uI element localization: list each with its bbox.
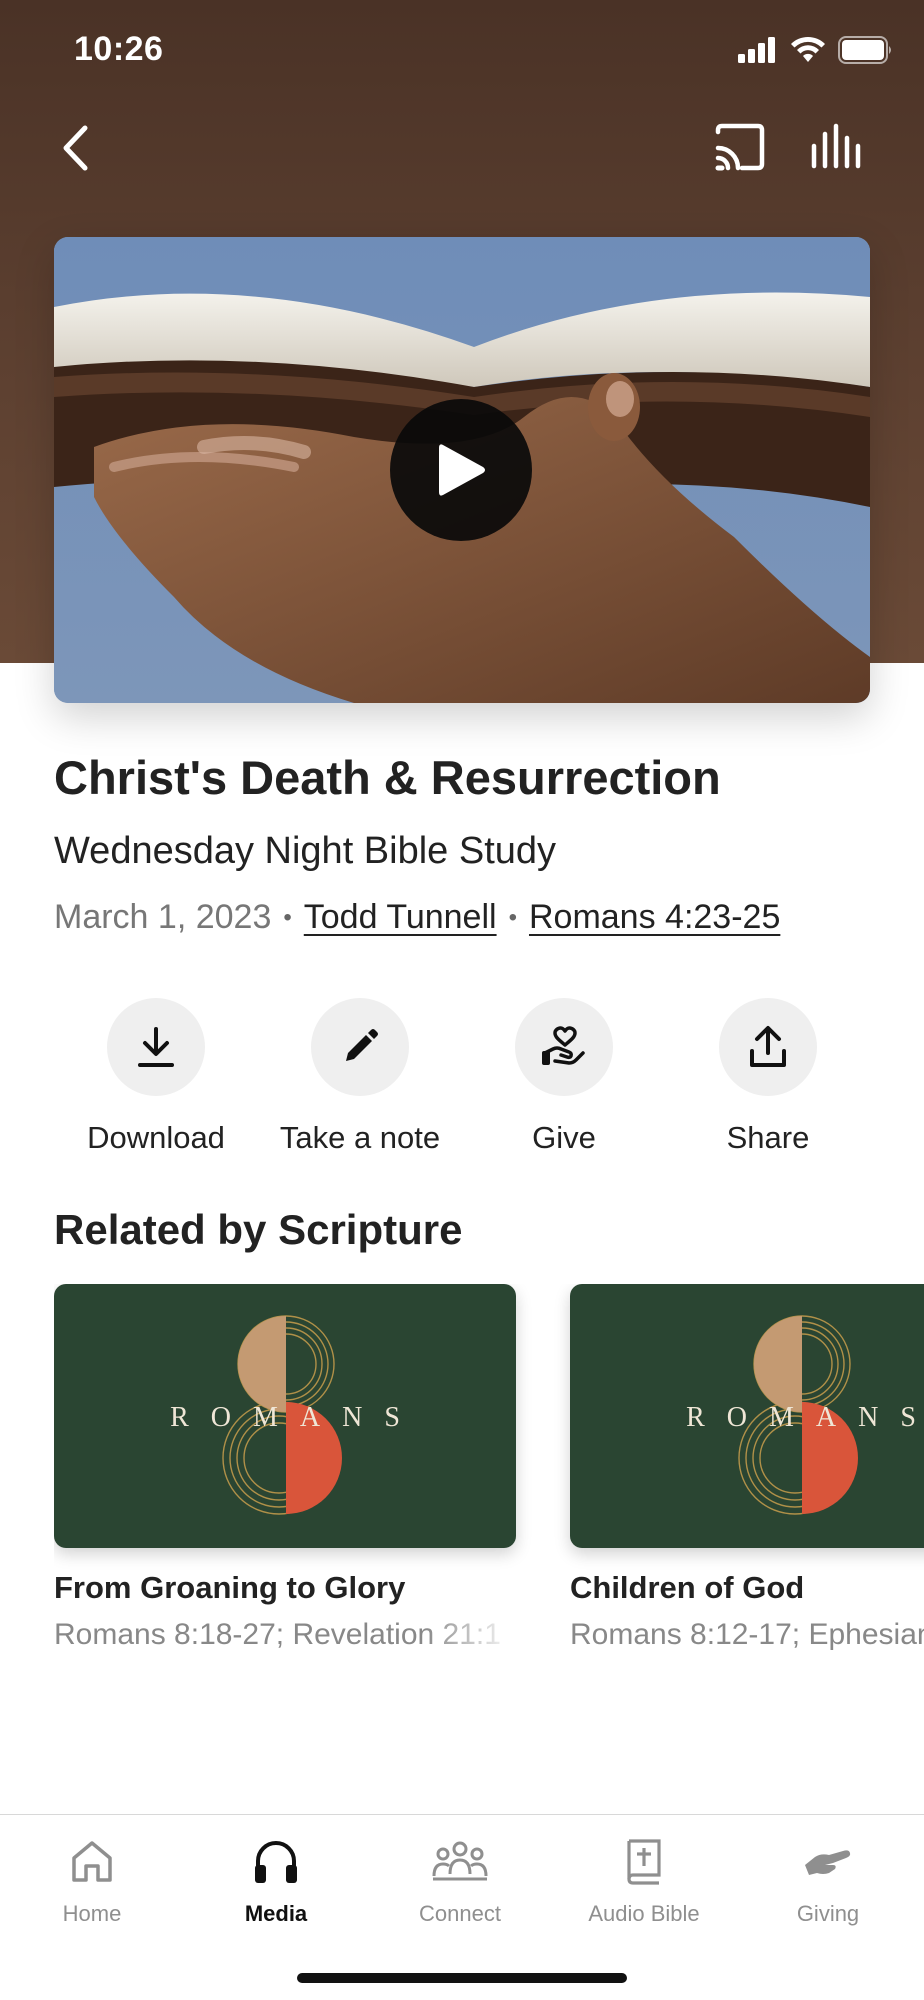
take-note-button[interactable]: Take a note bbox=[258, 998, 462, 1156]
give-label: Give bbox=[532, 1120, 596, 1155]
tab-giving-label: Giving bbox=[796, 1901, 860, 1926]
romans-thumb-text: ROMANS bbox=[170, 1402, 422, 1433]
tab-media[interactable]: Media bbox=[184, 1831, 368, 1927]
wifi-icon bbox=[790, 36, 826, 69]
tab-connect-label: Connect bbox=[419, 1901, 501, 1926]
give-circle[interactable] bbox=[515, 998, 613, 1096]
cast-button[interactable] bbox=[712, 120, 768, 176]
related-card-scripture: Romans 8:18-27; Revelation 21:1 bbox=[54, 1618, 501, 1651]
give-button[interactable]: Give bbox=[462, 998, 666, 1156]
separator-dot: • bbox=[283, 903, 292, 931]
status-icons bbox=[738, 36, 894, 69]
signal-icon bbox=[738, 37, 778, 68]
status-time: 10:26 bbox=[74, 30, 164, 68]
related-card[interactable]: ROMANS Children of God Romans 8:12-17; E… bbox=[570, 1284, 924, 1652]
related-section-title: Related by Scripture bbox=[54, 1206, 463, 1253]
take-note-label: Take a note bbox=[279, 1120, 441, 1155]
sermon-series[interactable]: Wednesday Night Bible Study bbox=[54, 830, 556, 873]
related-card[interactable]: ROMANS From Groaning to Glory Romans 8:1… bbox=[54, 1284, 516, 1652]
action-row: Download Take a note Give Share bbox=[54, 998, 870, 1168]
download-button[interactable]: Download bbox=[54, 998, 258, 1156]
separator-dot: • bbox=[508, 903, 517, 931]
sermon-title: Christ's Death & Resurrection bbox=[54, 751, 721, 804]
cast-icon bbox=[715, 123, 765, 171]
sermon-meta: March 1, 2023 • Todd Tunnell • Romans 4:… bbox=[54, 898, 780, 937]
audio-bars-icon bbox=[811, 123, 861, 169]
tab-media-label: Media bbox=[244, 1901, 308, 1926]
related-card-title: From Groaning to Glory bbox=[54, 1570, 406, 1605]
tab-audio-bible[interactable]: Audio Bible bbox=[552, 1831, 736, 1927]
tab-home[interactable]: Home bbox=[0, 1831, 184, 1927]
play-icon bbox=[439, 444, 485, 496]
share-circle[interactable] bbox=[719, 998, 817, 1096]
tab-connect[interactable]: Connect bbox=[368, 1831, 552, 1927]
pencil-icon bbox=[346, 1029, 378, 1061]
romans-series-thumbnail: ROMANS bbox=[570, 1284, 924, 1548]
share-button[interactable]: Share bbox=[666, 998, 870, 1156]
headphones-icon bbox=[255, 1841, 297, 1883]
related-card-scripture: Romans 8:12-17; Ephesians 1:3-14 bbox=[570, 1618, 924, 1651]
download-circle[interactable] bbox=[107, 998, 205, 1096]
play-button[interactable] bbox=[390, 399, 532, 541]
give-heart-hand-icon bbox=[542, 1026, 585, 1065]
sermon-date: March 1, 2023 bbox=[54, 898, 272, 936]
scripture-link[interactable]: Romans 4:23-25 bbox=[529, 898, 780, 937]
chevron-left-icon bbox=[63, 125, 88, 171]
share-icon bbox=[750, 1026, 786, 1067]
related-card-title: Children of God bbox=[570, 1570, 805, 1605]
home-icon bbox=[72, 1841, 112, 1882]
share-label: Share bbox=[726, 1120, 810, 1155]
download-label: Download bbox=[87, 1120, 225, 1155]
home-indicator[interactable] bbox=[297, 1973, 627, 1983]
speaker-link[interactable]: Todd Tunnell bbox=[304, 898, 497, 937]
romans-series-thumbnail: ROMANS bbox=[54, 1284, 516, 1548]
status-bar: 10:26 bbox=[0, 0, 924, 100]
related-carousel[interactable]: ROMANS From Groaning to Glory Romans 8:1… bbox=[54, 1284, 924, 1674]
bible-icon bbox=[627, 1839, 661, 1885]
tab-audio-bible-label: Audio Bible bbox=[588, 1901, 700, 1926]
tab-home-label: Home bbox=[62, 1901, 122, 1926]
hero-video-thumbnail[interactable] bbox=[54, 237, 870, 703]
audio-button[interactable] bbox=[808, 120, 868, 176]
download-icon bbox=[138, 1027, 174, 1067]
people-icon bbox=[432, 1841, 488, 1881]
back-button[interactable] bbox=[50, 118, 100, 178]
tab-giving[interactable]: Giving bbox=[736, 1831, 920, 1927]
romans-thumb-text: ROMANS bbox=[686, 1402, 924, 1433]
giving-hand-icon bbox=[805, 1850, 851, 1875]
take-note-circle[interactable] bbox=[311, 998, 409, 1096]
battery-icon bbox=[838, 36, 894, 69]
